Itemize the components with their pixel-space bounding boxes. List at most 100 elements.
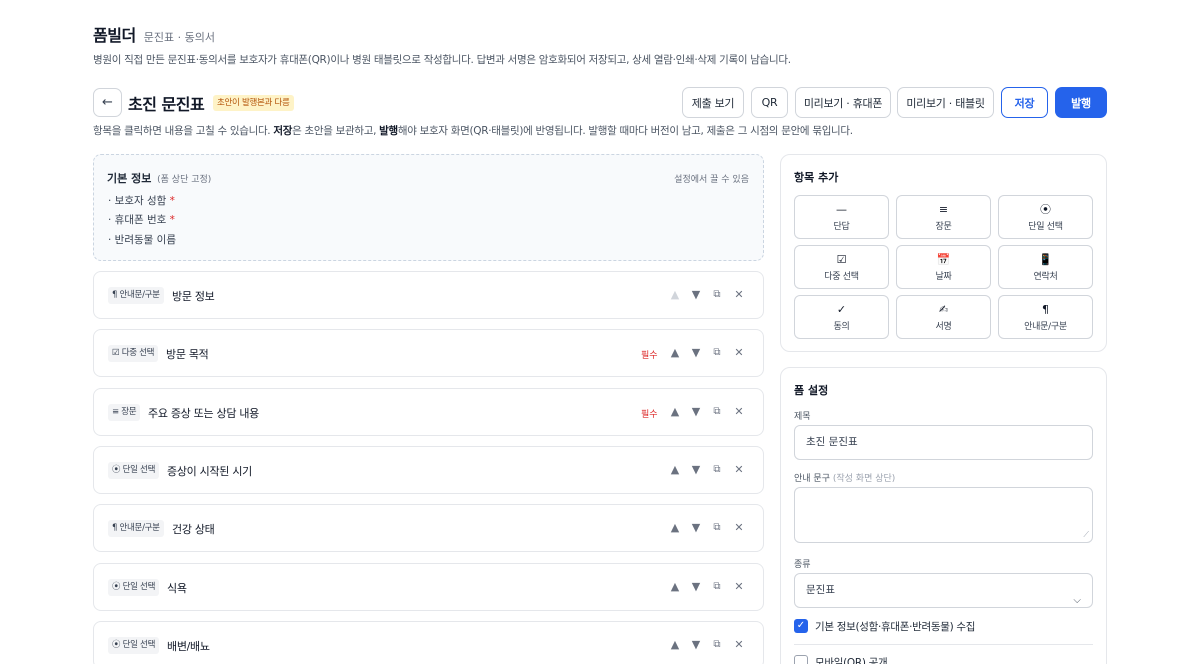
add-item-title: 항목 추가 bbox=[794, 171, 839, 184]
add-item-label: 연락처 bbox=[1033, 272, 1058, 282]
delete-icon[interactable]: ✕ bbox=[731, 636, 747, 654]
move-up-icon[interactable]: ▲ bbox=[667, 344, 683, 362]
editor-hint: 항목을 클릭하면 내용을 고칠 수 있습니다. 저장은 초안을 보관하고, 발행… bbox=[93, 125, 853, 137]
publish-button[interactable]: 발행 bbox=[1055, 87, 1107, 118]
add-signature-button[interactable]: ✍ 서명 bbox=[896, 295, 991, 339]
qr-button[interactable]: QR bbox=[751, 87, 788, 118]
move-down-icon[interactable]: ▼ bbox=[688, 636, 704, 654]
question-card[interactable]: ≡ 장문 주요 증상 또는 상담 내용 필수 ▲ ▼ ⧉ ✕ bbox=[93, 388, 764, 436]
copy-icon[interactable]: ⧉ bbox=[709, 344, 725, 362]
delete-icon[interactable]: ✕ bbox=[731, 578, 747, 596]
question-card[interactable]: ¶ 안내문/구분 건강 상태 ▲ ▼ ⧉ ✕ bbox=[93, 504, 764, 552]
copy-icon[interactable]: ⧉ bbox=[709, 519, 725, 537]
collect-basic-checkbox[interactable]: ✓ bbox=[794, 619, 808, 633]
question-type-badge: ¶ 안내문/구분 bbox=[108, 287, 164, 304]
add-item-label: 동의 bbox=[833, 322, 850, 332]
form-name: 초진 문진표 bbox=[128, 95, 205, 114]
basic-info-item: · 보호자 성함 * bbox=[108, 195, 175, 207]
move-up-icon[interactable]: ▲ bbox=[667, 519, 683, 537]
form-settings-panel: 폼 설정 제목 초진 문진표 안내 문구 (작성 화면 상단) ⟋ 종류 문진표… bbox=[780, 367, 1107, 664]
question-type-badge: ⦿ 단일 선택 bbox=[108, 637, 160, 654]
question-card[interactable]: ⦿ 단일 선택 식욕 ▲ ▼ ⧉ ✕ bbox=[93, 563, 764, 611]
add-long-answer-button[interactable]: ≡ 장문 bbox=[896, 195, 991, 239]
question-label: 식욕 bbox=[167, 582, 187, 595]
add-item-label: 날짜 bbox=[935, 272, 952, 282]
move-down-icon[interactable]: ▼ bbox=[688, 344, 704, 362]
date-icon: 📅 bbox=[936, 253, 951, 266]
move-down-icon[interactable]: ▼ bbox=[688, 461, 704, 479]
copy-icon[interactable]: ⧉ bbox=[709, 636, 725, 654]
mobile-public-checkbox[interactable] bbox=[794, 655, 808, 664]
page-header: 폼빌더 문진표 · 동의서 bbox=[93, 22, 215, 46]
question-label: 배변/배뇨 bbox=[167, 640, 210, 653]
delete-icon[interactable]: ✕ bbox=[731, 461, 747, 479]
preview-mobile-button[interactable]: 미리보기 · 휴대폰 bbox=[795, 87, 891, 118]
copy-icon[interactable]: ⧉ bbox=[709, 403, 725, 421]
question-card[interactable]: ☑ 다중 선택 방문 목적 필수 ▲ ▼ ⧉ ✕ bbox=[93, 329, 764, 377]
question-card[interactable]: ⦿ 단일 선택 배변/배뇨 ▲ ▼ ⧉ ✕ bbox=[93, 621, 764, 664]
save-button[interactable]: 저장 bbox=[1001, 87, 1048, 118]
draft-status-badge: 초안이 발행본과 다름 bbox=[213, 95, 294, 111]
add-multi-choice-button[interactable]: ☑ 다중 선택 bbox=[794, 245, 889, 289]
question-card[interactable]: ¶ 안내문/구분 방문 정보 ▲ ▼ ⧉ ✕ bbox=[93, 271, 764, 319]
copy-icon[interactable]: ⧉ bbox=[709, 578, 725, 596]
required-badge: 필수 bbox=[641, 351, 658, 361]
move-down-icon[interactable]: ▼ bbox=[688, 578, 704, 596]
basic-info-title: 기본 정보 (폼 상단 고정) bbox=[107, 172, 212, 185]
delete-icon[interactable]: ✕ bbox=[731, 344, 747, 362]
move-down-icon[interactable]: ▼ bbox=[688, 286, 704, 304]
move-up-icon[interactable]: ▲ bbox=[667, 578, 683, 596]
basic-info-section: 기본 정보 (폼 상단 고정) 설정에서 끌 수 있음 · 보호자 성함 * ·… bbox=[93, 154, 764, 261]
required-badge: 필수 bbox=[641, 410, 658, 420]
delete-icon[interactable]: ✕ bbox=[731, 519, 747, 537]
collect-basic-label: 기본 정보(성함·휴대폰·반려동물) 수집 bbox=[815, 621, 976, 633]
add-item-label: 장문 bbox=[935, 222, 952, 232]
add-single-choice-button[interactable]: ⦿ 단일 선택 bbox=[998, 195, 1093, 239]
page-subtitle: 문진표 · 동의서 bbox=[143, 31, 215, 44]
move-up-icon[interactable]: ▲ bbox=[667, 403, 683, 421]
add-item-label: 단일 선택 bbox=[1028, 222, 1063, 232]
move-up-icon[interactable]: ▲ bbox=[667, 636, 683, 654]
title-input[interactable]: 초진 문진표 bbox=[794, 425, 1093, 460]
short-answer-icon: — bbox=[836, 203, 847, 216]
move-up-icon[interactable]: ▲ bbox=[667, 286, 683, 304]
basic-info-settings-hint: 설정에서 끌 수 있음 bbox=[674, 175, 749, 185]
intro-textarea[interactable]: ⟋ bbox=[794, 487, 1093, 543]
add-short-answer-button[interactable]: — 단답 bbox=[794, 195, 889, 239]
add-contact-button[interactable]: 📱 연락처 bbox=[998, 245, 1093, 289]
page-description: 병원이 직접 만든 문진표·동의서를 보호자가 휴대폰(QR)이나 병원 태블릿… bbox=[93, 54, 791, 66]
question-type-badge: ¶ 안내문/구분 bbox=[108, 520, 164, 537]
add-notice-section-button[interactable]: ¶ 안내문/구분 bbox=[998, 295, 1093, 339]
delete-icon[interactable]: ✕ bbox=[731, 286, 747, 304]
single-choice-icon: ⦿ bbox=[1040, 203, 1051, 216]
preview-tablet-button[interactable]: 미리보기 · 태블릿 bbox=[897, 87, 994, 118]
add-item-panel: 항목 추가 — 단답 ≡ 장문 ⦿ 단일 선택 ☑ 다중 선택 📅 날짜 📱 연락처 ✓ 동의 ✍ 서명 ¶ 안내… bbox=[780, 154, 1107, 352]
consent-icon: ✓ bbox=[836, 303, 847, 316]
contact-icon: 📱 bbox=[1038, 253, 1053, 266]
kind-select[interactable]: 문진표 ⌵ bbox=[794, 573, 1093, 608]
question-label: 방문 목적 bbox=[166, 348, 209, 361]
question-label: 방문 정보 bbox=[172, 290, 215, 303]
chevron-down-icon: ⌵ bbox=[1073, 595, 1081, 606]
move-down-icon[interactable]: ▼ bbox=[688, 403, 704, 421]
move-up-icon[interactable]: ▲ bbox=[667, 461, 683, 479]
arrow-left-icon: ← bbox=[102, 95, 113, 110]
question-label: 증상이 시작된 시기 bbox=[167, 465, 252, 478]
delete-icon[interactable]: ✕ bbox=[731, 403, 747, 421]
add-consent-button[interactable]: ✓ 동의 bbox=[794, 295, 889, 339]
question-type-badge: ≡ 장문 bbox=[108, 404, 141, 421]
resize-handle-icon[interactable]: ⟋ bbox=[1083, 530, 1089, 540]
copy-icon[interactable]: ⧉ bbox=[709, 461, 725, 479]
notice-section-icon: ¶ bbox=[1042, 303, 1049, 316]
mobile-public-label: 모바일(QR) 공개 bbox=[815, 657, 888, 664]
back-button[interactable]: ← bbox=[93, 88, 122, 117]
intro-field-label: 안내 문구 (작성 화면 상단) bbox=[794, 474, 896, 484]
basic-info-item: · 휴대폰 번호 * bbox=[108, 214, 175, 226]
add-item-label: 서명 bbox=[935, 322, 952, 332]
move-down-icon[interactable]: ▼ bbox=[688, 519, 704, 537]
add-date-button[interactable]: 📅 날짜 bbox=[896, 245, 991, 289]
view-submissions-button[interactable]: 제출 보기 bbox=[682, 87, 744, 118]
question-card[interactable]: ⦿ 단일 선택 증상이 시작된 시기 ▲ ▼ ⧉ ✕ bbox=[93, 446, 764, 494]
copy-icon[interactable]: ⧉ bbox=[709, 286, 725, 304]
question-label: 주요 증상 또는 상담 내용 bbox=[148, 407, 259, 420]
